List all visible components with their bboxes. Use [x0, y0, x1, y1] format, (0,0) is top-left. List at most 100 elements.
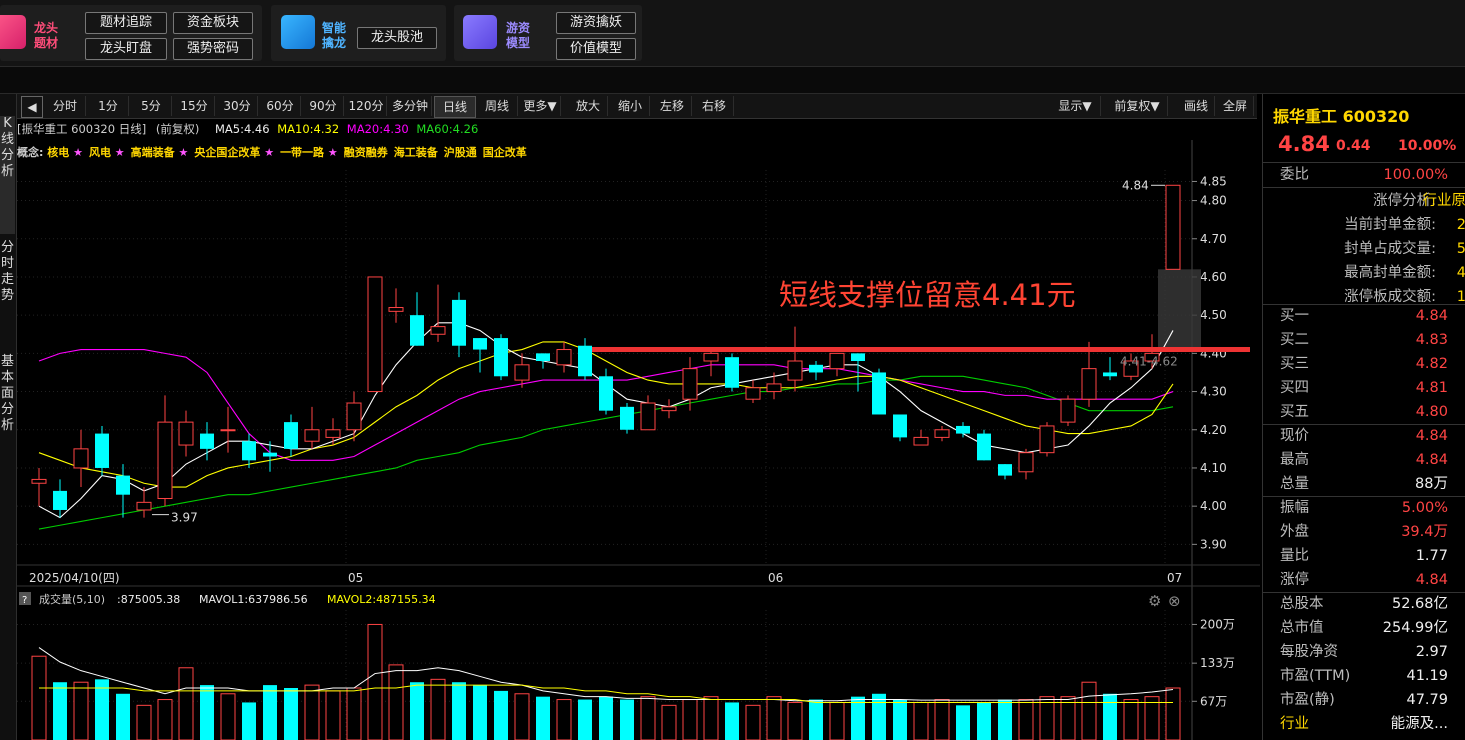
quote-row: 总市值 254.99亿	[1263, 616, 1465, 640]
current-price: 4.84	[1278, 132, 1330, 156]
candle-body	[661, 406, 677, 412]
collapse-arrow-icon[interactable]: ◀	[21, 96, 43, 118]
candle-body	[745, 387, 761, 400]
quote-row: 涨停分析: 行业原	[1263, 189, 1465, 213]
volume-bar	[325, 690, 341, 740]
concept-tag[interactable]: 央企国企改革 ★	[194, 146, 274, 159]
candle-body	[284, 422, 298, 449]
volume-bar	[1144, 696, 1160, 740]
volume-bar	[640, 696, 656, 740]
help-icon-glyph: ?	[22, 595, 27, 606]
quote-row: 总量 88万	[1263, 472, 1465, 496]
quote-value: 52.68亿	[1391, 596, 1448, 612]
period-5[interactable]: 60分	[260, 96, 301, 116]
volume-bar	[599, 696, 613, 740]
period-9[interactable]: 日线	[434, 96, 476, 118]
period-1[interactable]: 1分	[88, 96, 129, 116]
period-7[interactable]: 120分	[346, 96, 387, 116]
kline-chart[interactable]: 4.854.804.704.604.504.404.304.204.104.00…	[17, 140, 1260, 740]
star-icon: ★	[110, 146, 125, 159]
toolbar-right-2[interactable]: 画线	[1178, 96, 1215, 116]
vol-tick-label: 133万	[1200, 656, 1235, 670]
candle-body	[1039, 425, 1055, 454]
candle-body	[200, 433, 214, 449]
concept-tag[interactable]: 核电 ★	[47, 146, 83, 159]
candle-body	[410, 315, 424, 346]
promo-button-topic-track[interactable]: 题材追踪	[85, 12, 167, 34]
candle-body	[829, 352, 845, 370]
quote-value: 254.99亿	[1382, 620, 1448, 636]
candle-body	[346, 402, 362, 431]
y-tick-label: 4.70	[1200, 232, 1227, 246]
period-2[interactable]: 5分	[131, 96, 172, 116]
volume-bar	[304, 684, 320, 740]
quote-value: 行业原	[1422, 193, 1465, 209]
quote-label: 买四	[1280, 380, 1309, 396]
candle-body	[73, 448, 89, 469]
tab-kline-analysis[interactable]: K线分析	[0, 116, 15, 234]
concept-tag[interactable]: 海工装备	[394, 146, 438, 159]
toolbar-right-1[interactable]: 前复权▼	[1107, 96, 1168, 116]
volume-bar	[220, 693, 236, 740]
volume-bar	[1103, 693, 1117, 740]
y-tick-label: 4.20	[1200, 423, 1227, 437]
candle-body	[998, 464, 1012, 476]
promo-button-leader-pool[interactable]: 龙头股池	[357, 27, 437, 49]
toolbar-right-3[interactable]: 全屏	[1217, 96, 1254, 116]
candle-body	[53, 490, 67, 510]
period-8[interactable]: 多分钟	[389, 96, 432, 116]
volume-bar	[200, 685, 214, 740]
promo-button-strength-code[interactable]: 强势密码	[173, 38, 253, 60]
y-tick-label: 4.30	[1200, 385, 1227, 399]
ma10-label: MA10:4.32	[277, 122, 340, 136]
quote-row: 行业 能源及...	[1263, 712, 1465, 736]
left-tab-strip: K线分析 分时走势 基本面分析	[0, 94, 17, 740]
candle-body	[1081, 368, 1097, 400]
promo-button-value-model[interactable]: 价值模型	[556, 38, 636, 60]
quote-label: 买三	[1280, 356, 1309, 372]
action-3[interactable]: 右移	[695, 96, 734, 116]
action-1[interactable]: 缩小	[611, 96, 650, 116]
concept-tag[interactable]: 风电 ★	[89, 146, 125, 159]
period-10[interactable]: 周线	[477, 96, 518, 116]
action-2[interactable]: 左移	[653, 96, 692, 116]
candle-body	[956, 425, 970, 434]
candle-body	[872, 372, 886, 415]
concept-tag[interactable]: 国企改革	[483, 146, 527, 159]
tab-fundamentals[interactable]: 基本面分析	[0, 354, 15, 464]
action-0[interactable]: 放大	[569, 96, 608, 116]
promo-button-leader-watch[interactable]: 龙头盯盘	[85, 38, 167, 60]
candle-body	[851, 353, 865, 361]
volume-bar	[1123, 699, 1139, 740]
period-0[interactable]: 分时	[45, 96, 86, 116]
concept-tag[interactable]: 沪股通	[444, 146, 477, 159]
volume-bar	[703, 696, 719, 740]
concept-tag[interactable]: 融资融券	[344, 146, 388, 159]
promo-button-youzi-demon[interactable]: 游资擒妖	[556, 12, 636, 34]
support-annotation: 短线支撑位留意4.41元	[779, 278, 1076, 312]
period-11[interactable]: 更多▼	[520, 96, 561, 116]
quote-row: 市盈(TTM) 41.19	[1263, 664, 1465, 688]
quote-value: 2.97	[1415, 644, 1448, 660]
low-price-label: 3.97	[171, 511, 198, 525]
period-3[interactable]: 15分	[174, 96, 215, 116]
star-icon: ★	[260, 146, 275, 159]
period-4[interactable]: 30分	[217, 96, 258, 116]
concept-tag[interactable]: 一带一路 ★	[280, 146, 338, 159]
promo-button-fund-sector[interactable]: 资金板块	[173, 12, 253, 34]
tab-intraday[interactable]: 分时走势	[0, 240, 15, 340]
y-tick-label: 4.10	[1200, 461, 1227, 475]
quote-label: 当前封单金额:	[1344, 217, 1436, 233]
toolbar-right-0[interactable]: 显示▼	[1050, 96, 1101, 116]
quote-value: 39.4万	[1401, 524, 1448, 540]
quote-label: 涨停	[1280, 572, 1309, 588]
volume-bar	[829, 701, 845, 740]
vol-tick-label: 67万	[1200, 694, 1227, 708]
volume-bar	[116, 693, 130, 740]
candle-body	[136, 501, 152, 511]
concept-tag[interactable]: 高端装备 ★	[131, 146, 189, 159]
period-6[interactable]: 90分	[303, 96, 344, 116]
star-icon: ★	[69, 146, 83, 159]
spacer-bar	[0, 67, 1465, 94]
volume-title: 成交量(5,10)	[39, 592, 105, 606]
